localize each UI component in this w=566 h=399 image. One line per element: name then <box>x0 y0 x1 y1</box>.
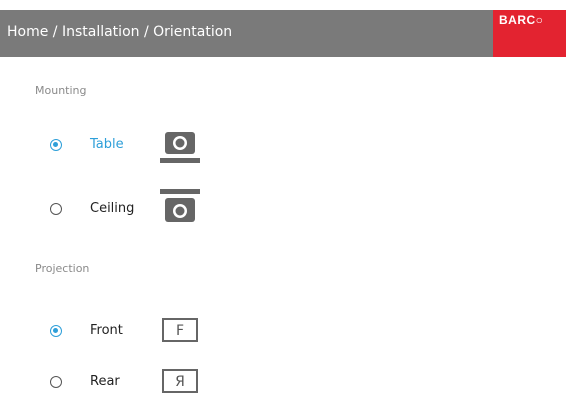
table-label: Table <box>90 137 124 152</box>
mounting-option-table[interactable]: Table <box>45 132 245 163</box>
ceiling-mount-icon <box>160 189 200 222</box>
logo-text: BARC○ <box>499 13 544 27</box>
table-radio[interactable] <box>50 139 62 151</box>
front-radio[interactable] <box>50 325 62 337</box>
ceiling-label: Ceiling <box>90 201 135 216</box>
mounting-option-ceiling[interactable]: Ceiling <box>45 189 245 226</box>
front-glyph: F <box>176 323 184 339</box>
projection-option-front[interactable]: Front F <box>45 318 245 348</box>
header-bar: Home / Installation / Orientation BARC○ <box>0 10 566 57</box>
rear-projection-icon: Я <box>162 369 198 393</box>
projection-section-label: Projection <box>35 262 90 275</box>
barco-logo: BARC○ <box>493 10 566 57</box>
front-projection-icon: F <box>162 318 198 342</box>
rear-label: Rear <box>90 374 120 389</box>
ceiling-radio[interactable] <box>50 203 62 215</box>
rear-glyph: Я <box>175 374 185 390</box>
mounting-section-label: Mounting <box>35 84 87 97</box>
front-label: Front <box>90 323 123 338</box>
projection-option-rear[interactable]: Rear Я <box>45 369 245 399</box>
rear-radio[interactable] <box>50 376 62 388</box>
breadcrumb: Home / Installation / Orientation <box>7 24 233 40</box>
table-mount-icon <box>160 132 200 163</box>
